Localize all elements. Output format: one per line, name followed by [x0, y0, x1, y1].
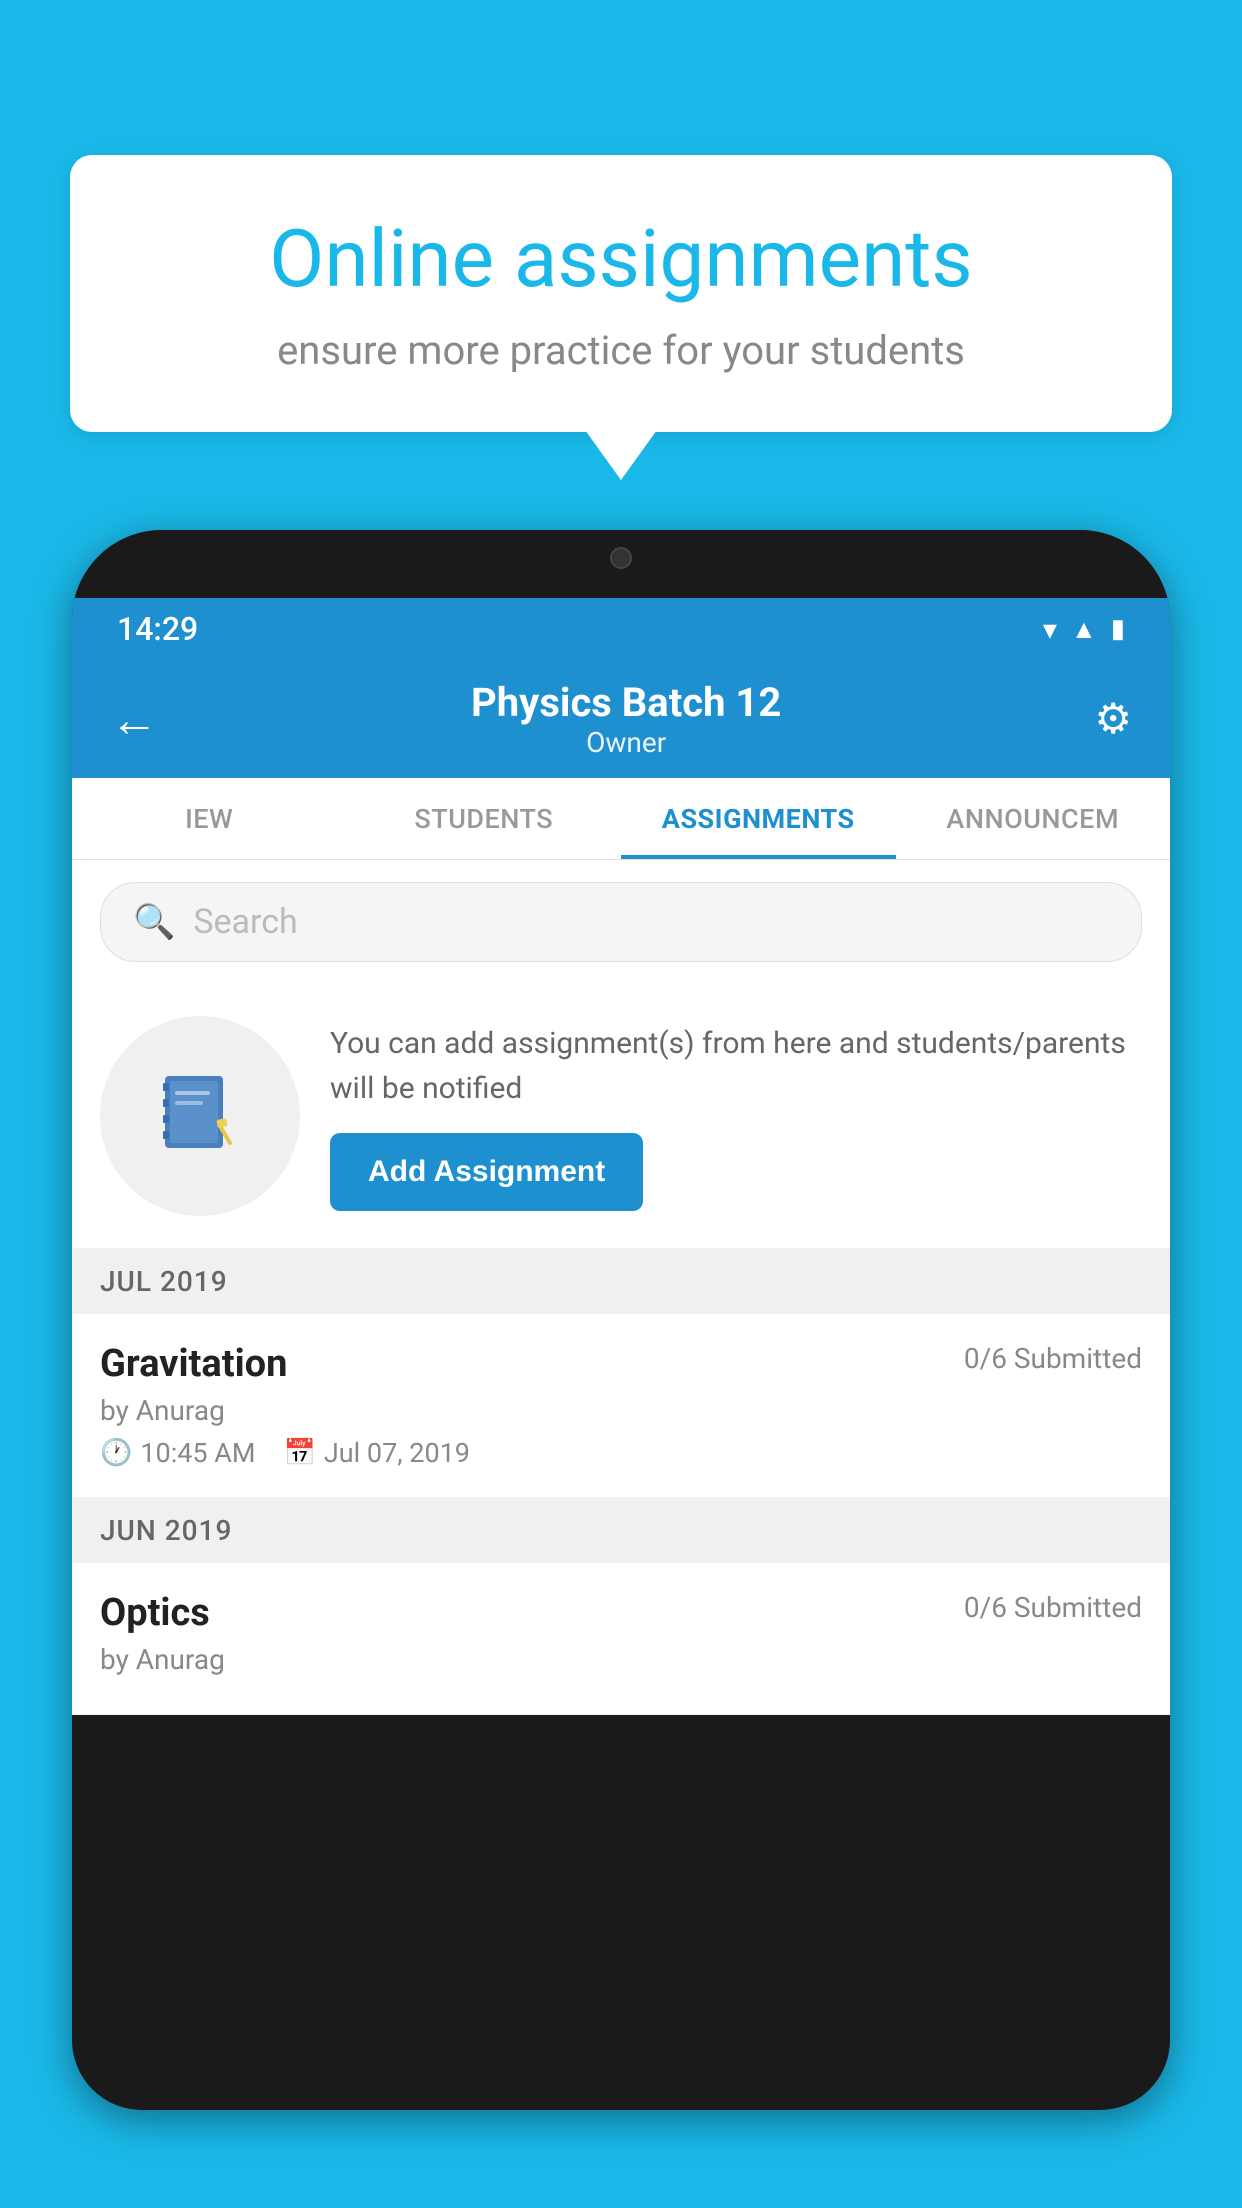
front-camera [610, 547, 632, 569]
assignment-status-optics: 0/6 Submitted [964, 1591, 1142, 1624]
tab-students[interactable]: STUDENTS [347, 778, 622, 859]
promo-icon-circle [100, 1016, 300, 1216]
status-time: 14:29 [117, 610, 198, 648]
phone-screen: 🔍 Search [72, 860, 1170, 1715]
assignment-by-gravitation: by Anurag [100, 1394, 1142, 1427]
notebook-icon [155, 1071, 245, 1161]
search-icon: 🔍 [133, 902, 175, 942]
tab-iew-label: IEW [185, 803, 233, 835]
signal-icon: ▲ [1071, 614, 1097, 645]
speech-bubble-container: Online assignments ensure more practice … [70, 155, 1172, 432]
search-container: 🔍 Search [72, 860, 1170, 984]
app-header: ← Physics Batch 12 Owner ⚙ [72, 660, 1170, 778]
tabs-container: IEW STUDENTS ASSIGNMENTS ANNOUNCEM [72, 778, 1170, 860]
bubble-title: Online assignments [140, 215, 1102, 303]
header-subtitle: Owner [471, 726, 781, 759]
assignment-status-gravitation: 0/6 Submitted [964, 1342, 1142, 1375]
phone-container: 14:29 ▾ ▲ ▮ ← Physics Batch 12 Owner ⚙ I… [72, 530, 1170, 2208]
speech-bubble: Online assignments ensure more practice … [70, 155, 1172, 432]
promo-card: You can add assignment(s) from here and … [72, 984, 1170, 1249]
assignment-time: 10:45 AM [140, 1437, 255, 1469]
assignment-by-optics: by Anurag [100, 1643, 1142, 1676]
add-assignment-button[interactable]: Add Assignment [330, 1133, 643, 1211]
header-center: Physics Batch 12 Owner [471, 679, 781, 759]
phone-notch [521, 530, 721, 585]
section-label-jun: JUN 2019 [100, 1514, 232, 1547]
assignment-item-gravitation[interactable]: Gravitation 0/6 Submitted by Anurag 🕐 10… [72, 1314, 1170, 1498]
status-bar: 14:29 ▾ ▲ ▮ [72, 598, 1170, 660]
meta-time: 🕐 10:45 AM [100, 1437, 256, 1469]
bubble-subtitle: ensure more practice for your students [140, 325, 1102, 377]
tab-assignments-label: ASSIGNMENTS [662, 803, 855, 835]
meta-date: 📅 Jul 07, 2019 [284, 1437, 470, 1469]
search-bar[interactable]: 🔍 Search [100, 882, 1142, 962]
assignment-date: Jul 07, 2019 [324, 1437, 470, 1469]
settings-button[interactable]: ⚙ [1094, 694, 1132, 744]
tab-assignments[interactable]: ASSIGNMENTS [621, 778, 896, 859]
header-title: Physics Batch 12 [471, 679, 781, 726]
assignment-name-optics: Optics [100, 1591, 210, 1635]
tab-announcements[interactable]: ANNOUNCEM [896, 778, 1171, 859]
status-icons: ▾ ▲ ▮ [1043, 613, 1125, 646]
section-header-jul: JUL 2019 [72, 1249, 1170, 1314]
promo-description: You can add assignment(s) from here and … [330, 1021, 1142, 1111]
wifi-icon: ▾ [1043, 613, 1057, 646]
assignment-item-optics[interactable]: Optics 0/6 Submitted by Anurag [72, 1563, 1170, 1715]
section-label-jul: JUL 2019 [100, 1265, 228, 1298]
search-placeholder: Search [193, 902, 297, 942]
clock-icon: 🕐 [100, 1438, 132, 1468]
phone-body: 14:29 ▾ ▲ ▮ ← Physics Batch 12 Owner ⚙ I… [72, 530, 1170, 2110]
promo-content: You can add assignment(s) from here and … [330, 1021, 1142, 1211]
tab-iew[interactable]: IEW [72, 778, 347, 859]
battery-icon: ▮ [1111, 614, 1125, 644]
assignment-name-gravitation: Gravitation [100, 1342, 287, 1386]
tab-announcements-label: ANNOUNCEM [946, 803, 1119, 835]
calendar-icon: 📅 [284, 1438, 316, 1468]
tab-students-label: STUDENTS [414, 803, 553, 835]
assignment-meta-gravitation: 🕐 10:45 AM 📅 Jul 07, 2019 [100, 1437, 1142, 1469]
back-button[interactable]: ← [110, 691, 158, 748]
assignment-top-optics: Optics 0/6 Submitted [100, 1591, 1142, 1635]
section-header-jun: JUN 2019 [72, 1498, 1170, 1563]
assignment-top: Gravitation 0/6 Submitted [100, 1342, 1142, 1386]
notch-area [72, 530, 1170, 598]
